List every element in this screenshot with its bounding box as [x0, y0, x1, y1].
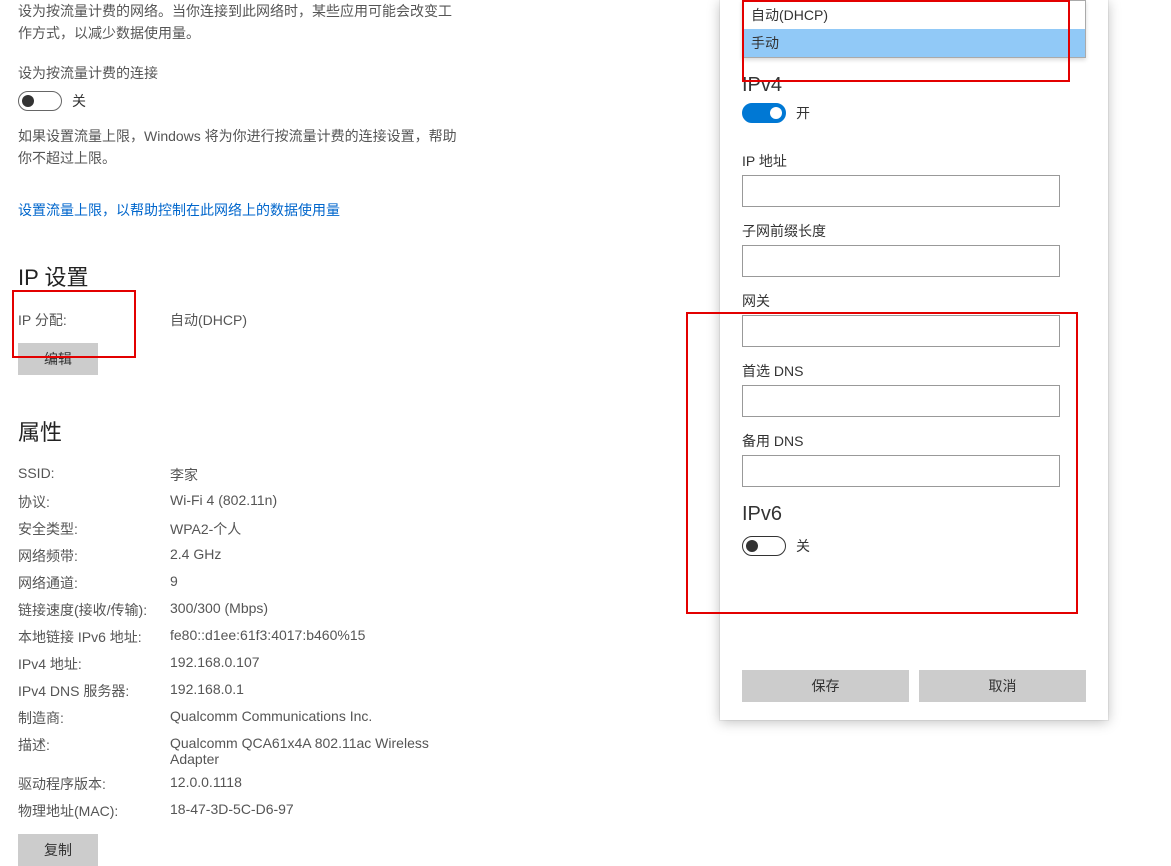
table-row: 驱动程序版本:12.0.0.1118: [18, 774, 458, 794]
table-row: 描述:Qualcomm QCA61x4A 802.11ac Wireless A…: [18, 735, 458, 767]
ip-assign-value: 自动(DHCP): [170, 310, 458, 330]
gateway-label: 网关: [742, 291, 1086, 311]
copy-button[interactable]: 复制: [18, 834, 98, 866]
ip-address-input[interactable]: [742, 175, 1060, 207]
subnet-prefix-label: 子网前缀长度: [742, 221, 1086, 241]
metered-toggle-label: 关: [72, 91, 86, 111]
save-button[interactable]: 保存: [742, 670, 909, 702]
table-row: 物理地址(MAC):18-47-3D-5C-D6-97: [18, 801, 458, 821]
cancel-button[interactable]: 取消: [919, 670, 1086, 702]
alternate-dns-label: 备用 DNS: [742, 431, 1086, 451]
alternate-dns-input[interactable]: [742, 455, 1060, 487]
table-row: 网络频带:2.4 GHz: [18, 546, 458, 566]
table-row: IPv4 地址:192.168.0.107: [18, 654, 458, 674]
table-row: 链接速度(接收/传输):300/300 (Mbps): [18, 600, 458, 620]
ipv4-heading: IPv4: [742, 74, 1086, 97]
gateway-input[interactable]: [742, 315, 1060, 347]
table-row: 网络通道:9: [18, 573, 458, 593]
ipv6-toggle-label: 关: [796, 536, 810, 556]
data-limit-link[interactable]: 设置流量上限，以帮助控制在此网络上的数据使用量: [18, 200, 340, 220]
table-row: 本地链接 IPv6 地址:fe80::d1ee:61f3:4017:b460%1…: [18, 627, 458, 647]
ipv4-toggle-label: 开: [796, 103, 810, 123]
ipv6-heading: IPv6: [742, 503, 1086, 526]
toggle-track: [18, 91, 62, 111]
toggle-thumb: [770, 107, 782, 119]
metered-desc: 设为按流量计费的网络。当你连接到此网络时，某些应用可能会改变工作方式，以减少数据…: [18, 0, 458, 45]
toggle-thumb: [22, 95, 34, 107]
properties-list: SSID:李家 协议:Wi-Fi 4 (802.11n) 安全类型:WPA2-个…: [18, 465, 458, 821]
table-row: 制造商:Qualcomm Communications Inc.: [18, 708, 458, 728]
preferred-dns-input[interactable]: [742, 385, 1060, 417]
ip-assign-dropdown[interactable]: 自动(DHCP) 手动: [742, 0, 1086, 58]
ip-address-label: IP 地址: [742, 151, 1086, 171]
dropdown-option-manual[interactable]: 手动: [743, 29, 1085, 57]
ipv6-toggle[interactable]: 关: [742, 536, 810, 556]
properties-heading: 属性: [18, 415, 458, 447]
data-limit-desc: 如果设置流量上限，Windows 将为你进行按流量计费的连接设置，帮助你不超过上…: [18, 125, 458, 170]
preferred-dns-label: 首选 DNS: [742, 361, 1086, 381]
ipv4-toggle[interactable]: 开: [742, 103, 810, 123]
metered-toggle[interactable]: 关: [18, 91, 86, 111]
table-row: SSID:李家: [18, 465, 458, 485]
settings-left-panel: 设为按流量计费的网络。当你连接到此网络时，某些应用可能会改变工作方式，以减少数据…: [18, 0, 458, 866]
toggle-track: [742, 536, 786, 556]
table-row: 安全类型:WPA2-个人: [18, 519, 458, 539]
subnet-prefix-input[interactable]: [742, 245, 1060, 277]
ip-settings-dialog: 自动(DHCP) 手动 IPv4 开 IP 地址 子网前缀长度 网关 首选 DN…: [720, 0, 1108, 720]
metered-heading: 设为按流量计费的连接: [18, 63, 458, 83]
ip-settings-heading: IP 设置: [18, 260, 458, 292]
toggle-track: [742, 103, 786, 123]
dropdown-option-dhcp[interactable]: 自动(DHCP): [743, 1, 1085, 29]
table-row: 协议:Wi-Fi 4 (802.11n): [18, 492, 458, 512]
ip-assign-label: IP 分配:: [18, 310, 170, 330]
edit-button[interactable]: 编辑: [18, 343, 98, 375]
toggle-thumb: [746, 540, 758, 552]
table-row: IPv4 DNS 服务器:192.168.0.1: [18, 681, 458, 701]
